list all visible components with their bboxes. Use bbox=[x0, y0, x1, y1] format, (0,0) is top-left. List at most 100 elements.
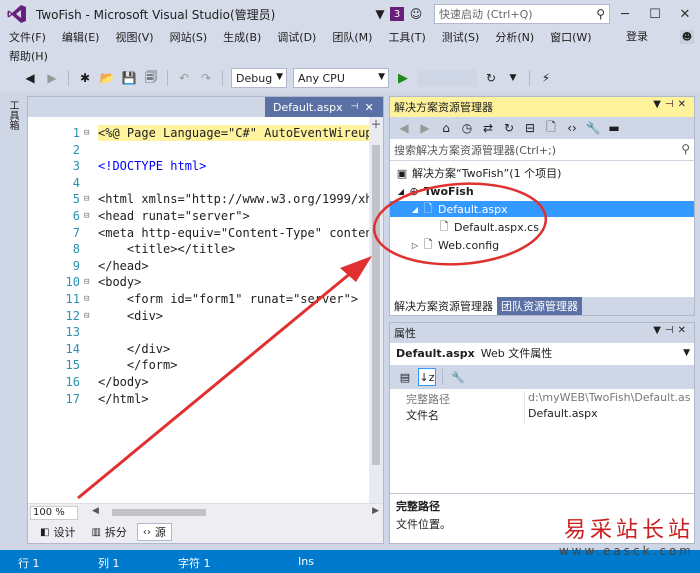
categorized-icon[interactable]: ▤ bbox=[396, 368, 414, 386]
close-button[interactable]: ✕ bbox=[670, 7, 700, 22]
menu-team[interactable]: 团队(M) bbox=[324, 29, 380, 45]
new-project-icon[interactable]: ✱ bbox=[77, 70, 93, 86]
preview-icon[interactable]: ▬ bbox=[606, 120, 622, 136]
login-link[interactable]: 登录 bbox=[626, 28, 648, 46]
properties-wrench-icon[interactable]: 🔧 bbox=[585, 120, 601, 136]
toolbox-tab[interactable]: 工具箱 bbox=[0, 96, 22, 544]
code-line[interactable]: 7 <meta http-equiv="Content-Type" content… bbox=[28, 225, 369, 241]
history-icon[interactable]: ◷ bbox=[459, 120, 475, 136]
code-line[interactable]: 12 ⊟ <div> bbox=[28, 308, 369, 324]
code-line[interactable]: 8 <title></title> bbox=[28, 241, 369, 257]
scroll-left-icon[interactable]: ◀ bbox=[92, 506, 99, 516]
expand-arrow-icon[interactable]: ◢ bbox=[410, 205, 420, 214]
code-line[interactable]: 10 ⊟ <body> bbox=[28, 274, 369, 290]
menu-build[interactable]: 生成(B) bbox=[215, 29, 269, 45]
notification-badge[interactable]: 3 bbox=[390, 7, 404, 21]
dropdown-icon[interactable]: ▼ bbox=[653, 325, 665, 336]
menu-analyze[interactable]: 分析(N) bbox=[487, 29, 542, 45]
menu-website[interactable]: 网站(S) bbox=[162, 29, 216, 45]
tab-source[interactable]: ‹› 源 bbox=[136, 523, 172, 541]
menu-debug[interactable]: 调试(D) bbox=[269, 29, 324, 45]
start-debug-icon[interactable]: ▶ bbox=[395, 70, 411, 86]
property-row-file-name[interactable]: 文件名 Default.aspx bbox=[390, 407, 694, 423]
quick-launch-input[interactable]: 快速启动 (Ctrl+Q) ⚲ bbox=[434, 4, 610, 24]
collapse-icon[interactable]: ⊟ bbox=[84, 291, 94, 307]
code-line[interactable]: 9 </head> bbox=[28, 258, 369, 274]
notification-flag-icon[interactable]: ▼ bbox=[372, 6, 388, 22]
expand-arrow-icon[interactable]: ◢ bbox=[396, 187, 406, 196]
save-all-icon[interactable]: 🗐 bbox=[143, 70, 159, 86]
pin-icon[interactable]: ⊣ bbox=[665, 99, 678, 110]
forward-icon[interactable]: ▶ bbox=[417, 120, 433, 136]
home-icon[interactable]: ⌂ bbox=[438, 120, 454, 136]
scroll-right-icon[interactable]: ▶ bbox=[372, 506, 379, 516]
tab-team-explorer[interactable]: 团队资源管理器 bbox=[497, 297, 582, 315]
alphabetical-icon[interactable]: ↓z bbox=[418, 368, 436, 386]
code-line[interactable]: 11 ⊟ <form id="form1" runat="server"> bbox=[28, 291, 369, 307]
tree-item-project[interactable]: ◢ ⊕ TwoFish bbox=[390, 183, 694, 199]
close-icon[interactable]: ✕ bbox=[678, 99, 690, 110]
dropdown-icon[interactable]: ▼ bbox=[653, 99, 665, 110]
code-line[interactable]: 1 ⊟ <%@ Page Language="C#" AutoEventWireup… bbox=[28, 125, 369, 141]
vertical-scrollbar[interactable]: ＋ bbox=[369, 117, 383, 503]
property-row-full-path[interactable]: 完整路径 d:\myWEB\TwoFish\Default.as bbox=[390, 391, 694, 407]
property-pages-icon[interactable]: 🔧 bbox=[449, 368, 467, 386]
refresh-icon[interactable]: ↻ bbox=[501, 120, 517, 136]
menu-window[interactable]: 窗口(W) bbox=[542, 29, 599, 45]
collapse-icon[interactable]: ⊟ bbox=[84, 191, 94, 207]
collapse-icon[interactable]: ⊟ bbox=[84, 208, 94, 224]
scrollbar-thumb[interactable] bbox=[372, 145, 380, 465]
properties-object-selector[interactable]: Default.aspx Web 文件属性 ▼ bbox=[390, 343, 694, 363]
tab-design[interactable]: ◧ 设计 bbox=[34, 523, 81, 541]
show-all-files-icon[interactable]: 🗋 bbox=[543, 120, 559, 136]
code-line[interactable]: 13 bbox=[28, 324, 369, 340]
view-code-icon[interactable]: ‹› bbox=[564, 120, 580, 136]
menu-edit[interactable]: 编辑(E) bbox=[54, 29, 108, 45]
user-icon[interactable]: ☻ bbox=[680, 30, 694, 44]
tab-split[interactable]: ▥ 拆分 bbox=[85, 523, 132, 541]
code-line[interactable]: 14 </div> bbox=[28, 341, 369, 357]
solution-search-input[interactable]: 搜索解决方案资源管理器(Ctrl+;) ⚲ bbox=[390, 139, 694, 161]
configuration-dropdown[interactable]: Debug ▼ bbox=[231, 68, 287, 88]
maximize-button[interactable]: ☐ bbox=[640, 7, 670, 22]
code-line[interactable]: 15 </form> bbox=[28, 357, 369, 373]
tab-solution-explorer[interactable]: 解决方案资源管理器 bbox=[390, 297, 497, 315]
refresh-icon[interactable]: ↻ bbox=[483, 70, 499, 86]
back-icon[interactable]: ◀ bbox=[22, 70, 38, 86]
undo-icon[interactable]: ↶ bbox=[176, 70, 192, 86]
pin-icon[interactable]: ⊣ bbox=[351, 102, 359, 112]
code-line[interactable]: 6 ⊟ <head runat="server"> bbox=[28, 208, 369, 224]
collapse-all-icon[interactable]: ⊟ bbox=[522, 120, 538, 136]
code-line[interactable]: 17 </html> bbox=[28, 391, 369, 407]
code-area[interactable]: 1 ⊟ <%@ Page Language="C#" AutoEventWireup… bbox=[28, 117, 369, 503]
horizontal-scrollbar-thumb[interactable] bbox=[112, 509, 206, 516]
menu-help[interactable]: 帮助(H) bbox=[9, 48, 48, 64]
back-icon[interactable]: ◀ bbox=[396, 120, 412, 136]
browser-link-icon[interactable]: ⚡ bbox=[538, 70, 554, 86]
code-line[interactable]: 5 ⊟ <html xmlns="http://www.w3.org/1999/xh… bbox=[28, 191, 369, 207]
tree-item-default-aspx-cs[interactable]: 🗋 Default.aspx.cs bbox=[390, 219, 694, 235]
tree-item-solution[interactable]: ▣ 解决方案“TwoFish”(1 个项目) bbox=[390, 165, 694, 181]
tree-item-default-aspx[interactable]: ◢ 🗋 Default.aspx bbox=[390, 201, 694, 217]
feedback-icon[interactable]: ☺ bbox=[408, 6, 424, 22]
forward-icon[interactable]: ▶ bbox=[44, 70, 60, 86]
split-window-icon[interactable]: ＋ bbox=[370, 119, 382, 131]
collapse-icon[interactable]: ⊟ bbox=[84, 125, 94, 141]
browser-target-dropdown[interactable] bbox=[417, 69, 477, 87]
code-line[interactable]: 4 bbox=[28, 175, 369, 191]
code-line[interactable]: 16 </body> bbox=[28, 374, 369, 390]
collapsed-arrow-icon[interactable]: ▷ bbox=[410, 241, 420, 250]
menu-file[interactable]: 文件(F) bbox=[0, 29, 54, 45]
collapse-icon[interactable]: ⊟ bbox=[84, 308, 94, 324]
code-line[interactable]: 2 bbox=[28, 142, 369, 158]
tab-default-aspx[interactable]: Default.aspx ⊣ ✕ bbox=[265, 97, 383, 117]
sync-icon[interactable]: ⇄ bbox=[480, 120, 496, 136]
minimize-button[interactable]: ─ bbox=[610, 7, 640, 22]
platform-dropdown[interactable]: Any CPU ▼ bbox=[293, 68, 389, 88]
code-line[interactable]: 3 <!DOCTYPE html> bbox=[28, 158, 369, 174]
save-icon[interactable]: 💾 bbox=[121, 70, 137, 86]
menu-tools[interactable]: 工具(T) bbox=[380, 29, 433, 45]
pin-icon[interactable]: ⊣ bbox=[665, 325, 678, 336]
close-icon[interactable]: ✕ bbox=[678, 325, 690, 336]
close-icon[interactable]: ✕ bbox=[365, 101, 374, 114]
